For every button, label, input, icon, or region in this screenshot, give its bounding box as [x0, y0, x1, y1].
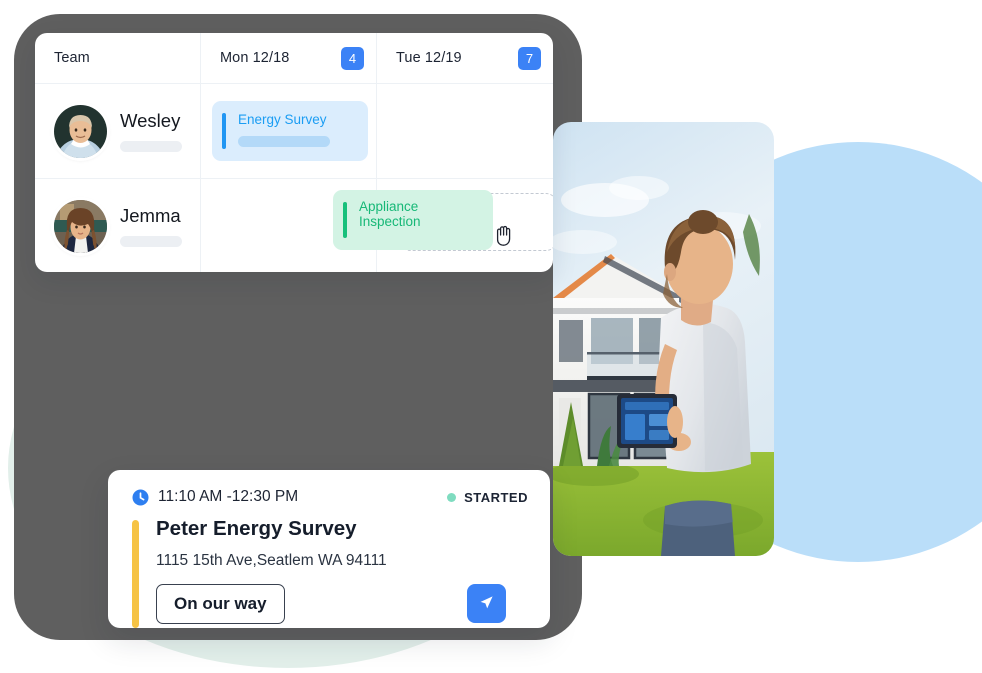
team-member-name: Jemma [120, 205, 181, 227]
team-member-name: Wesley [120, 110, 181, 132]
table-row: Jemma Appliance Inspection [35, 179, 553, 272]
job-card-body: Peter Energy Survey 1115 15th Ave,Seatle… [132, 517, 528, 628]
event-accent-bar [222, 113, 226, 149]
avatar [54, 104, 107, 158]
team-member-cell-wesley[interactable]: Wesley [35, 84, 201, 178]
mon-column-label: Mon 12/18 [220, 50, 290, 66]
clock-icon [132, 489, 149, 506]
job-actions-row: On our way [156, 583, 528, 624]
table-row: Wesley Energy Survey [35, 84, 553, 179]
tue-column-label: Tue 12/19 [396, 50, 462, 66]
job-time-row: 11:10 AM -12:30 PM [132, 488, 298, 506]
on-our-way-button[interactable]: On our way [156, 583, 285, 624]
send-paper-plane-icon [477, 593, 496, 615]
event-title: Energy Survey [238, 111, 327, 127]
tue-count-badge: 7 [518, 46, 541, 70]
job-title: Peter Energy Survey [156, 517, 357, 540]
member-subtitle-placeholder [120, 140, 182, 152]
job-card-header: 11:10 AM -12:30 PM STARTED [132, 488, 528, 506]
status-badge: STARTED [447, 490, 528, 505]
status-label: STARTED [464, 489, 528, 505]
team-schedule-card: Team Mon 12/18 4 Tue 12/19 7 Wesley Ener… [35, 33, 553, 272]
technician-photo [553, 122, 774, 556]
job-time-text: 11:10 AM -12:30 PM [158, 488, 299, 505]
hero-composition: Team Mon 12/18 4 Tue 12/19 7 Wesley Ener… [0, 0, 982, 673]
job-status-card: 11:10 AM -12:30 PM STARTED Peter Energy … [108, 470, 550, 628]
schedule-cell-jemma-tue[interactable]: Appliance Inspection [333, 179, 553, 272]
send-button[interactable] [467, 584, 506, 624]
event-chip-energy-survey[interactable]: Energy Survey [212, 101, 368, 161]
team-column-label: Team [54, 50, 90, 66]
event-accent-bar [343, 202, 347, 238]
event-detail-placeholder [238, 136, 330, 148]
status-dot-icon [447, 492, 457, 502]
team-member-cell-jemma[interactable]: Jemma [35, 179, 201, 272]
job-accent-bar [132, 520, 139, 628]
mon-count-badge: 4 [341, 46, 364, 70]
schedule-header-row: Team Mon 12/18 4 Tue 12/19 7 [35, 33, 553, 84]
grab-hand-icon [493, 223, 515, 252]
avatar [54, 199, 107, 253]
event-chip-appliance-inspection[interactable]: Appliance Inspection [333, 190, 493, 250]
event-title: Appliance Inspection [359, 198, 421, 229]
schedule-cell-wesley-mon[interactable]: Energy Survey [201, 84, 377, 178]
member-subtitle-placeholder [120, 235, 182, 247]
column-header-tue[interactable]: Tue 12/19 7 [377, 33, 553, 83]
job-address: 1115 15th Ave,Seatlem WA 94111 [156, 551, 387, 569]
column-header-team: Team [35, 33, 201, 83]
schedule-cell-wesley-tue[interactable] [377, 84, 553, 178]
column-header-mon[interactable]: Mon 12/18 4 [201, 33, 377, 83]
